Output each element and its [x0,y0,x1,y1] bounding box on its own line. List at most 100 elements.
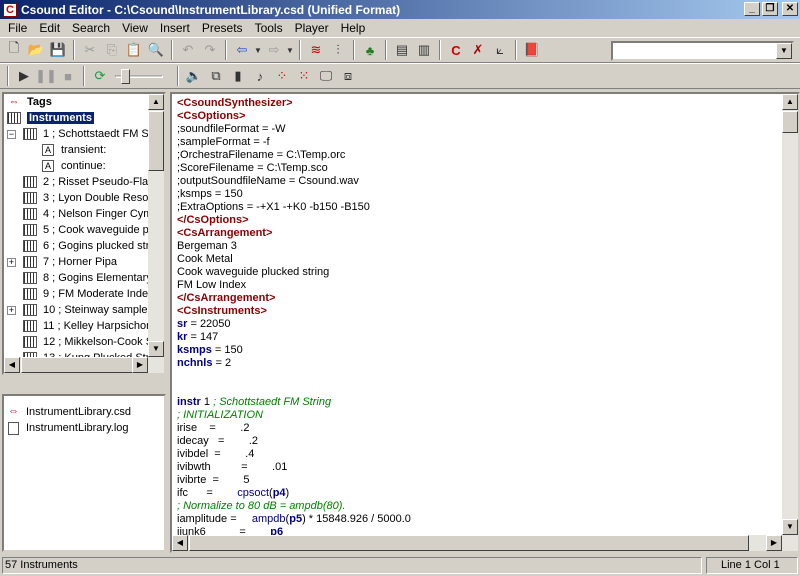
dots-alt-icon[interactable]: ⁙ [293,65,315,87]
code-editor[interactable]: <CsoundSynthesizer> <CsOptions> ;soundfile… [170,92,800,553]
cut-icon[interactable]: ✂ [79,39,101,61]
menu-tools[interactable]: Tools [249,21,289,35]
open-folder-icon[interactable]: 📂 [25,39,47,61]
menu-presets[interactable]: Presets [196,21,249,35]
code-token: p5 [289,513,303,525]
scroll-down-icon[interactable]: ▼ [148,341,164,357]
pause-icon[interactable]: ❚❚ [35,65,57,87]
file-item-csd[interactable]: ⇔ InstrumentLibrary.csd [8,404,131,420]
tree-root-tags[interactable]: ⇔ Tags [6,94,52,110]
expand-icon[interactable]: + [7,257,16,267]
volume-slider[interactable] [115,68,163,84]
tree-item[interactable]: +7 ; Horner Pipa [7,254,117,270]
collapse-icon[interactable]: − [7,129,16,139]
scroll-up-icon[interactable]: ▲ [148,94,164,110]
file-item-log[interactable]: InstrumentLibrary.log [8,420,129,436]
menu-file[interactable]: File [2,21,33,35]
panel-splitter[interactable] [2,377,166,391]
analysis-icon[interactable]: ⟀ [489,39,511,61]
tree-item[interactable]: 11 ; Kelley Harpsichore [22,318,156,334]
undo-icon[interactable]: ↶ [177,39,199,61]
tree-item[interactable]: 9 ; FM Moderate Index [22,286,154,302]
editor-scroll-thumb[interactable] [782,111,798,133]
tree-item[interactable]: 2 ; Risset Pseudo-Flan [22,174,154,190]
dots-icon[interactable]: ⁘ [271,65,293,87]
code-token: ivibrte = 5 [177,474,250,486]
editor-scroll-left-icon[interactable]: ◀ [172,535,188,551]
forward-arrow-icon[interactable]: ⇨ [263,39,285,61]
expand-icon[interactable]: + [7,305,16,315]
tree-vertical-scrollbar[interactable]: ▲ ▼ [148,94,164,373]
back-arrow-icon[interactable]: ⇦ [231,39,253,61]
tools-icon[interactable]: ✗ [467,39,489,61]
instrument-bars-icon [22,191,38,205]
menu-help[interactable]: Help [335,21,372,35]
menu-search[interactable]: Search [66,21,116,35]
loop-icon[interactable]: ⟳ [89,65,111,87]
code-token: </CsArrangement> [177,292,276,304]
tree-item[interactable]: Atransient: [40,142,106,158]
search-combo[interactable]: ▼ [611,41,794,61]
redo-icon[interactable]: ↷ [199,39,221,61]
tree-item[interactable]: 8 ; Gogins Elementary [22,270,152,286]
copy-icon[interactable]: ⎘ [101,39,123,61]
monitor-icon[interactable]: 🖵 [315,65,337,87]
export-icon[interactable]: ⧈ [337,65,359,87]
tree-item[interactable]: 4 ; Nelson Finger Cym [22,206,152,222]
scroll-thumb[interactable] [148,111,164,171]
hscroll-thumb[interactable] [21,357,136,373]
tree-item[interactable]: +10 ; Steinway sampled [7,302,154,318]
stop-icon[interactable]: ■ [57,65,79,87]
minimize-button[interactable]: _ [744,2,760,16]
paste-icon[interactable]: 📋 [123,39,145,61]
close-button[interactable]: ✕ [782,2,798,16]
tree-item[interactable]: Acontinue: [40,158,106,174]
split-view-icon[interactable]: ▥ [413,39,435,61]
tree-horizontal-scrollbar[interactable]: ◀ ▶ [4,357,148,373]
scroll-left-icon[interactable]: ◀ [4,357,20,373]
editor-vertical-scrollbar[interactable]: ▲ ▼ [782,94,798,551]
instrument-bars-icon [22,287,38,301]
csound-icon[interactable]: C [445,39,467,61]
spectrum-icon[interactable]: ⫶ [327,39,349,61]
render-icon[interactable]: ⧉ [205,65,227,87]
help-book-icon[interactable]: 📕 [521,39,543,61]
player-toolbar: ▶ ❚❚ ■ ⟳ 🔈 ⧉ ▮ ♪ ⁘ ⁙ 🖵 ⧈ [0,63,800,89]
waveform-icon[interactable]: ≋ [305,39,327,61]
search-combo-dropdown-icon[interactable]: ▼ [776,43,792,59]
menu-insert[interactable]: Insert [154,21,196,35]
restore-button[interactable]: ❐ [762,2,778,16]
forward-dropdown-icon[interactable]: ▼ [285,39,295,61]
menu-edit[interactable]: Edit [33,21,66,35]
tree-instruments-group[interactable]: Instruments [6,110,94,126]
tree-item[interactable]: − 1 ; Schottstaedt FM St [7,126,152,142]
editor-scroll-right-icon[interactable]: ▶ [766,535,782,551]
play-icon[interactable]: ▶ [13,65,35,87]
volume-slider-thumb[interactable] [120,69,130,84]
editor-scroll-down-icon[interactable]: ▼ [782,519,798,535]
find-icon[interactable]: 🔍 [145,39,167,61]
tree-item[interactable]: 5 ; Cook waveguide pl [22,222,151,238]
code-token: Cook waveguide plucked string [177,266,330,278]
single-view-icon[interactable]: ▤ [391,39,413,61]
tree-item[interactable]: 12 ; Mikkelson-Cook Sl [22,334,156,350]
new-file-icon[interactable]: 🗋 [3,39,25,61]
meter-icon[interactable]: ▮ [227,65,249,87]
code-line: ;ScoreFilename = C:\Temp.sco [177,162,328,175]
code-token: ;ExtraOptions = -+X1 -+K0 -b150 -B150 [177,201,370,213]
menu-player[interactable]: Player [289,21,335,35]
tree-item[interactable]: 3 ; Lyon Double Resor [22,190,152,206]
save-disk-icon[interactable]: 💾 [47,39,69,61]
speaker-icon[interactable]: 🔈 [183,65,205,87]
note-icon[interactable]: ♪ [249,65,271,87]
back-dropdown-icon[interactable]: ▼ [253,39,263,61]
code-line: ; INITIALIZATION [177,409,263,422]
tree-item[interactable]: 6 ; Gogins plucked stri [22,238,152,254]
scroll-right-icon[interactable]: ▶ [132,357,148,373]
editor-hscroll-thumb[interactable] [189,535,749,551]
editor-scroll-up-icon[interactable]: ▲ [782,94,798,110]
compile-icon[interactable]: ♣ [359,39,381,61]
code-token: ;ksmps = 150 [177,188,243,200]
editor-horizontal-scrollbar[interactable]: ◀ ▶ [172,535,782,551]
menu-view[interactable]: View [116,21,154,35]
